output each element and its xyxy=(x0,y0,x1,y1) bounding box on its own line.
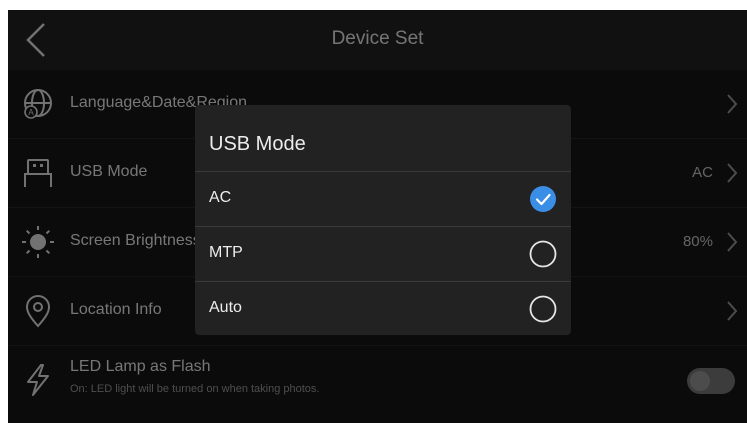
device-set-screen: Device Set A Language&Date&Region USB Mo… xyxy=(8,10,747,423)
option-label: AC xyxy=(209,189,232,206)
radio-unchecked-icon xyxy=(529,295,557,323)
dialog-title: USB Mode xyxy=(209,133,306,155)
radio-checked-icon xyxy=(530,186,556,212)
radio-unchecked-icon xyxy=(529,240,557,268)
option-label: Auto xyxy=(209,299,242,316)
usb-mode-dialog: USB Mode AC MTP Auto xyxy=(195,105,571,335)
usb-mode-option-auto[interactable]: Auto xyxy=(195,281,571,335)
usb-mode-option-ac[interactable]: AC xyxy=(195,171,571,226)
usb-mode-option-mtp[interactable]: MTP xyxy=(195,226,571,281)
option-label: MTP xyxy=(209,244,243,261)
